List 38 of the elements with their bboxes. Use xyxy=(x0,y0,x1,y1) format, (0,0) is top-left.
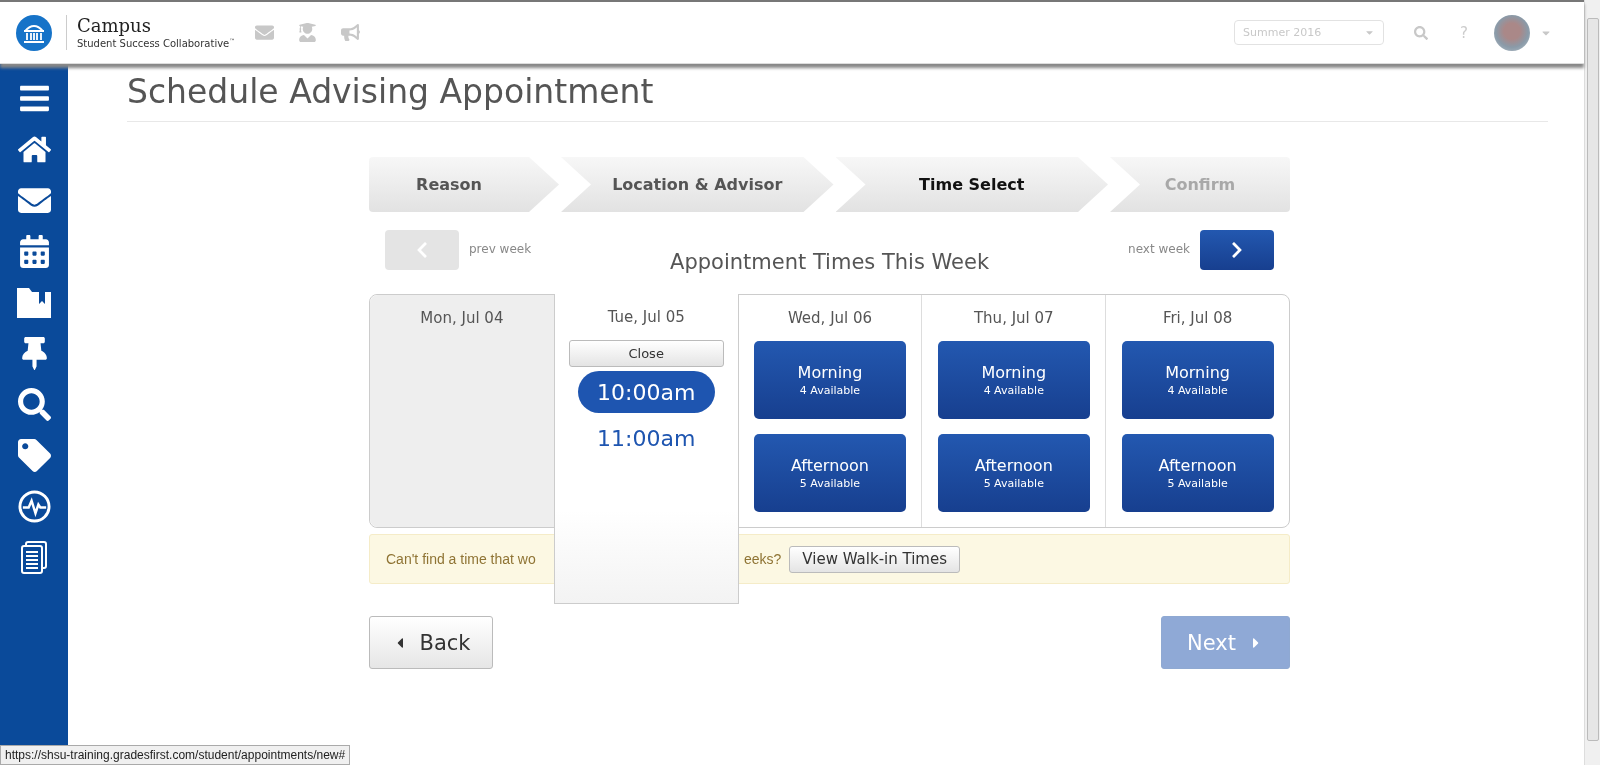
brand-subtitle: Student Success Collaborative$^{™}$ xyxy=(77,37,236,50)
day-label: Thu, Jul 07 xyxy=(973,309,1054,329)
close-button[interactable]: Close xyxy=(568,340,724,367)
brand-title: Campus xyxy=(77,15,152,38)
time-slot-button[interactable]: Afternoon 5 Available xyxy=(754,434,906,512)
time-slot-button[interactable]: Morning 4 Available xyxy=(1121,341,1274,419)
folder-icon[interactable] xyxy=(17,287,51,318)
notice-text: eeks? xyxy=(744,551,782,567)
documents-icon[interactable] xyxy=(20,541,48,574)
heartbeat-circle-icon[interactable] xyxy=(17,490,51,523)
avatar[interactable] xyxy=(1494,14,1530,51)
notice-text: Can't find a time that wo xyxy=(386,551,536,567)
calendar-icon[interactable] xyxy=(17,235,51,268)
time-slot-button[interactable]: Morning 4 Available xyxy=(754,341,906,419)
day-label: Fri, Jul 08 xyxy=(1162,309,1233,329)
wizard-step[interactable]: Location & Advisor xyxy=(561,157,834,212)
day-label: Tue, Jul 05 xyxy=(607,308,685,328)
prev-week-label: prev week xyxy=(469,242,532,256)
tag-icon[interactable] xyxy=(17,439,51,472)
wizard-step[interactable]: Time Select xyxy=(835,157,1108,212)
time-option[interactable]: 11:00am xyxy=(577,417,715,459)
logo-icon[interactable] xyxy=(16,14,52,51)
time-slot-button[interactable]: Afternoon 5 Available xyxy=(937,434,1090,512)
search-icon[interactable] xyxy=(17,388,51,421)
next-week-label: next week xyxy=(1128,242,1190,256)
back-button[interactable]: Back xyxy=(369,616,493,669)
time-slot-button[interactable]: Afternoon 5 Available xyxy=(1121,434,1274,512)
day-label: Mon, Jul 04 xyxy=(420,309,504,329)
time-option[interactable]: 10:00am xyxy=(577,371,715,413)
scrollbar[interactable] xyxy=(1584,0,1600,765)
week-heading: Appointment Times This Week xyxy=(669,250,991,274)
day-label: Wed, Jul 06 xyxy=(787,309,873,329)
walk-in-times-button[interactable]: View Walk-in Times xyxy=(789,545,961,573)
wizard-step[interactable]: Reason xyxy=(369,157,559,212)
next-week-button[interactable] xyxy=(1200,230,1274,270)
status-url: https://shsu-training.gradesfirst.com/student/appointments/new# xyxy=(0,745,351,765)
time-slot-button[interactable]: Morning 4 Available xyxy=(937,341,1090,419)
page-title: Schedule Advising Appointment xyxy=(127,72,1548,122)
